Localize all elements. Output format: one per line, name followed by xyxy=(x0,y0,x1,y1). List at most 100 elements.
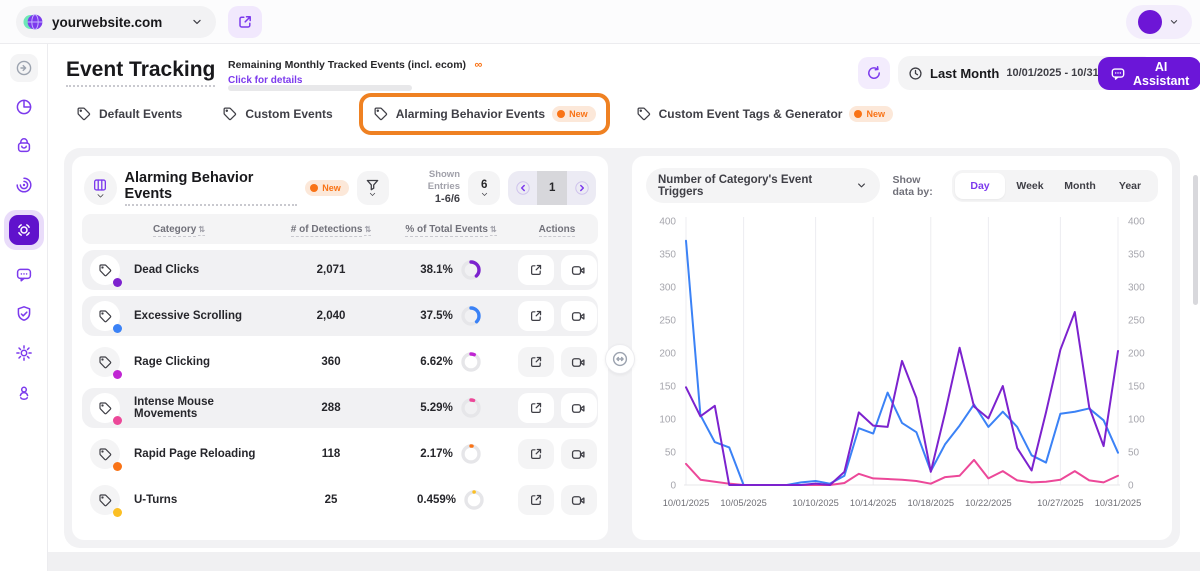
tab-label: Alarming Behavior Events xyxy=(396,107,545,121)
sidebar-item-analytics[interactable] xyxy=(10,93,38,121)
svg-text:10/01/2025: 10/01/2025 xyxy=(663,498,710,508)
table-columns-icon xyxy=(92,177,108,193)
svg-text:350: 350 xyxy=(659,250,676,261)
table-title: Alarming Behavior Events xyxy=(125,170,298,206)
new-badge: New xyxy=(552,106,596,122)
svg-text:100: 100 xyxy=(659,415,676,426)
sidebar-item-visitors[interactable] xyxy=(10,378,38,406)
sidebar-collapse-button[interactable] xyxy=(10,54,38,82)
category-color-dot xyxy=(113,324,122,333)
metric-selector-value: Number of Category's Event Triggers xyxy=(658,174,847,198)
svg-text:10/18/2025: 10/18/2025 xyxy=(908,498,955,508)
table-controls: Shown Entries 1-6/6 6 1 xyxy=(357,169,596,207)
granularity-segmented-control: Day Week Month Year xyxy=(952,170,1158,202)
open-details-button[interactable] xyxy=(518,347,554,377)
page-size-selector[interactable]: 6 xyxy=(468,171,500,205)
external-link-icon xyxy=(529,263,543,277)
category-color-dot xyxy=(113,508,122,517)
column-header-percent[interactable]: % of Total Events⇅ xyxy=(386,224,516,235)
event-target-icon xyxy=(15,221,33,239)
open-site-button[interactable] xyxy=(228,6,262,38)
table-row[interactable]: Dead Clicks 2,071 38.1% xyxy=(82,250,598,290)
percent-value: 6.62% xyxy=(420,356,453,368)
svg-text:10/05/2025: 10/05/2025 xyxy=(720,498,767,508)
site-selector[interactable]: yourwebsite.com xyxy=(16,6,216,38)
metric-selector[interactable]: Number of Category's Event Triggers xyxy=(646,168,880,203)
percent-donut xyxy=(460,305,482,327)
watch-recordings-button[interactable] xyxy=(561,393,597,423)
tab-custom-events[interactable]: Custom Events xyxy=(212,97,342,131)
sidebar-item-ecommerce[interactable] xyxy=(10,132,38,160)
detections-count: 2,040 xyxy=(276,310,386,322)
funnel-icon xyxy=(365,179,380,191)
new-badge: New xyxy=(305,180,349,196)
previous-page-button[interactable] xyxy=(508,171,537,205)
percent-value: 5.29% xyxy=(420,402,453,414)
chevron-down-icon xyxy=(480,192,489,197)
svg-text:400: 400 xyxy=(659,217,676,228)
percent-donut xyxy=(463,489,485,511)
table-row[interactable]: Intense Mouse Movements 288 5.29% xyxy=(82,388,598,428)
detections-count: 360 xyxy=(276,356,386,368)
table-row[interactable]: Rapid Page Reloading 118 2.17% xyxy=(82,434,598,474)
granularity-month[interactable]: Month xyxy=(1055,173,1105,199)
granularity-year[interactable]: Year xyxy=(1105,173,1155,199)
panel-resize-handle[interactable] xyxy=(605,344,635,374)
category-tag-icon xyxy=(90,347,120,377)
ai-chat-icon xyxy=(1110,66,1126,82)
category-color-dot xyxy=(113,370,122,379)
tab-default-events[interactable]: Default Events xyxy=(66,97,192,131)
refresh-button[interactable] xyxy=(858,57,890,89)
tag-icon xyxy=(76,106,92,122)
next-page-button[interactable] xyxy=(567,171,596,205)
table-row[interactable]: Excessive Scrolling 2,040 37.5% xyxy=(82,296,598,336)
chevron-down-icon xyxy=(855,179,868,192)
user-menu[interactable] xyxy=(1126,5,1192,39)
detections-count: 288 xyxy=(276,402,386,414)
chevron-down-icon xyxy=(368,192,377,197)
ai-assistant-button[interactable]: AI Assistant xyxy=(1098,57,1200,90)
open-details-button[interactable] xyxy=(518,485,554,515)
watch-recordings-button[interactable] xyxy=(561,485,597,515)
main-area: Event Tracking Remaining Monthly Tracked… xyxy=(48,44,1200,571)
svg-text:150: 150 xyxy=(659,382,676,393)
arrow-right-icon xyxy=(574,180,590,196)
column-header-category[interactable]: Category⇅ xyxy=(82,224,276,235)
watch-recordings-button[interactable] xyxy=(561,347,597,377)
watch-recordings-button[interactable] xyxy=(561,439,597,469)
sidebar-item-privacy[interactable] xyxy=(10,300,38,328)
svg-text:300: 300 xyxy=(659,283,676,294)
vertical-scrollbar[interactable] xyxy=(1193,175,1198,305)
chevron-down-icon xyxy=(1168,16,1180,28)
person-pin-icon xyxy=(15,383,33,401)
sidebar-item-session-replay[interactable] xyxy=(10,171,38,199)
detections-count: 2,071 xyxy=(276,264,386,276)
new-dot-icon xyxy=(310,184,318,192)
granularity-day[interactable]: Day xyxy=(955,173,1005,199)
tag-icon xyxy=(373,106,389,122)
tab-alarming-behavior-events[interactable]: Alarming Behavior Events New xyxy=(363,97,606,131)
column-header-detections[interactable]: # of Detections⇅ xyxy=(276,224,386,235)
open-details-button[interactable] xyxy=(518,301,554,331)
table-view-selector[interactable] xyxy=(84,171,117,205)
open-details-button[interactable] xyxy=(518,255,554,285)
sidebar-item-settings[interactable] xyxy=(10,339,38,367)
alarming-events-table-panel: Alarming Behavior Events New Shown Entri… xyxy=(72,156,608,540)
chat-bubble-icon xyxy=(15,266,33,284)
event-triggers-line-chart[interactable]: 10/01/202510/05/202510/10/202510/14/2025… xyxy=(646,211,1158,515)
filter-button[interactable] xyxy=(357,171,389,205)
open-details-button[interactable] xyxy=(518,439,554,469)
granularity-week[interactable]: Week xyxy=(1005,173,1055,199)
table-row[interactable]: U-Turns 25 0.459% xyxy=(82,480,598,520)
sidebar-item-event-tracking[interactable] xyxy=(4,210,44,250)
external-link-icon xyxy=(529,401,543,415)
svg-text:0: 0 xyxy=(670,481,676,492)
table-row[interactable]: Rage Clicking 360 6.62% xyxy=(82,342,598,382)
watch-recordings-button[interactable] xyxy=(561,255,597,285)
tab-custom-event-tags-generator[interactable]: Custom Event Tags & Generator New xyxy=(626,97,903,131)
current-page[interactable]: 1 xyxy=(537,171,567,205)
watch-recordings-button[interactable] xyxy=(561,301,597,331)
open-details-button[interactable] xyxy=(518,393,554,423)
svg-text:50: 50 xyxy=(1128,448,1140,459)
sidebar-item-feedback[interactable] xyxy=(10,261,38,289)
